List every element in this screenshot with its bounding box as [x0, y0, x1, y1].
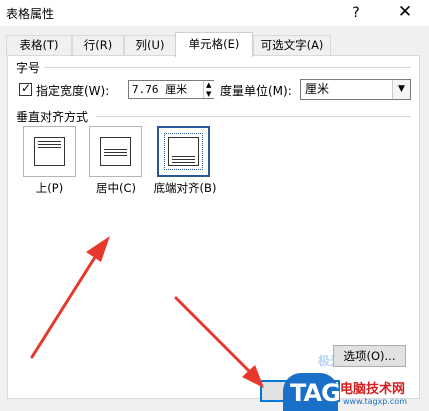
tab-alt-text[interactable]: 可选文字(A)	[253, 35, 331, 56]
measure-unit-select[interactable]: 厘米 ▼	[300, 79, 411, 100]
options-button[interactable]: 选项(O)...	[333, 345, 406, 367]
help-button[interactable]: ?	[340, 1, 372, 25]
check-icon: ✓	[21, 81, 32, 95]
vertical-align-group-label: 垂直对齐方式	[16, 110, 89, 124]
size-group-label: 字号	[16, 61, 41, 75]
align-center-label: 居中(C)	[95, 181, 136, 195]
align-bottom-button[interactable]	[157, 126, 210, 177]
tag-logo-text: TAG	[290, 379, 341, 407]
size-group-divider	[44, 67, 411, 68]
measure-unit-label: 度量单位(M):	[220, 84, 292, 98]
align-top-label: 上(P)	[35, 181, 64, 195]
align-top-button[interactable]	[23, 126, 76, 177]
spin-up-icon[interactable]: ▲	[206, 81, 211, 89]
align-center-button[interactable]	[89, 126, 142, 177]
tab-row[interactable]: 行(R)	[72, 35, 124, 56]
specify-width-label: 指定宽度(W):	[36, 84, 110, 98]
site-name: 电脑技术网	[340, 382, 406, 397]
spin-down-icon[interactable]: ▼	[206, 90, 211, 98]
width-input[interactable]: 7.76 厘米	[128, 80, 214, 99]
specify-width-checkbox[interactable]: ✓	[19, 81, 32, 96]
vertical-align-divider	[96, 116, 411, 117]
site-logo: TAG 电脑技术网 www.tagxp.com	[283, 373, 429, 411]
tab-column[interactable]: 列(U)	[124, 35, 176, 56]
align-top-icon	[34, 137, 65, 166]
dialog-title: 表格属性	[6, 7, 55, 21]
tag-logo-badge: TAG	[283, 373, 341, 411]
close-button[interactable]: ✕	[386, 1, 424, 25]
measure-unit-value: 厘米	[305, 82, 330, 96]
tab-cell[interactable]: 单元格(E)	[175, 32, 253, 57]
tab-table[interactable]: 表格(T)	[6, 35, 72, 56]
width-spinner[interactable]: ▲ ▼	[203, 81, 215, 98]
chevron-down-icon[interactable]: ▼	[392, 80, 410, 99]
title-bar: 表格属性 ? ✕	[0, 0, 429, 26]
align-bottom-label: 底端对齐(B)	[153, 181, 217, 195]
align-bottom-icon	[164, 133, 203, 170]
tab-strip: 表格(T) 行(R) 列(U) 单元格(E) 可选文字(A)	[6, 32, 426, 57]
align-center-icon	[100, 137, 131, 166]
site-url: www.tagxp.com	[343, 397, 407, 406]
